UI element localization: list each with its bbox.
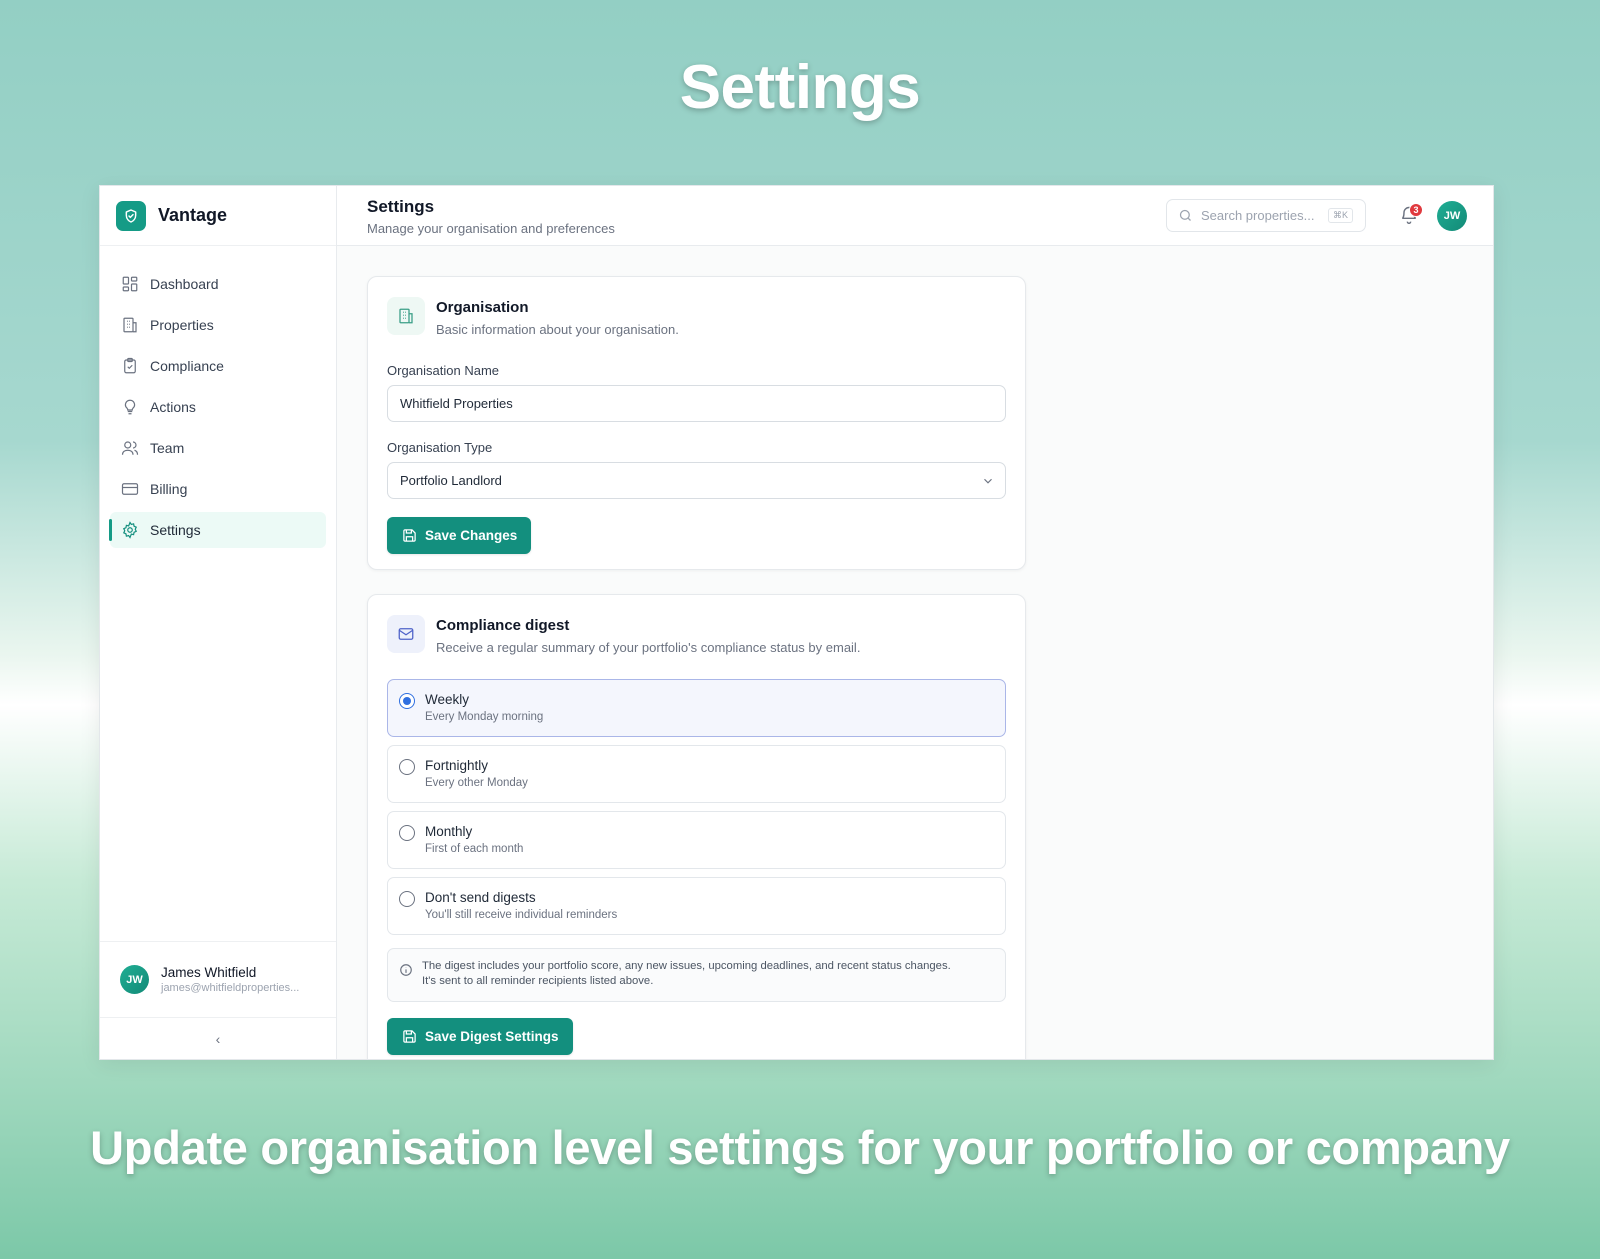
save-icon <box>402 1029 417 1044</box>
digest-option-weekly[interactable]: Weekly Every Monday morning <box>387 679 1006 737</box>
organisation-card: Organisation Basic information about you… <box>367 276 1026 570</box>
organisation-type-select[interactable]: Portfolio Landlord <box>387 462 1006 499</box>
card-title: Compliance digest <box>436 617 570 634</box>
info-text-line: It's sent to all reminder recipients lis… <box>422 975 654 987</box>
gear-icon <box>120 520 140 540</box>
save-digest-settings-button[interactable]: Save Digest Settings <box>387 1018 573 1055</box>
sidebar-item-properties[interactable]: Properties <box>110 307 326 343</box>
digest-option-monthly[interactable]: Monthly First of each month <box>387 811 1006 869</box>
card-description: Basic information about your organisatio… <box>436 322 679 337</box>
radio-unselected[interactable] <box>399 759 415 775</box>
chevron-left-icon: ‹ <box>215 1030 221 1047</box>
sidebar-item-label: Team <box>150 440 185 456</box>
page-title: Settings <box>367 197 435 216</box>
organisation-name-label: Organisation Name <box>387 363 499 378</box>
radio-unselected[interactable] <box>399 891 415 907</box>
option-label: Fortnightly <box>425 758 489 773</box>
user-email: james@whitfieldproperties... <box>161 982 300 994</box>
info-icon <box>399 963 413 982</box>
organisation-name-value: Whitfield Properties <box>400 396 513 411</box>
compliance-digest-card: Compliance digest Receive a regular summ… <box>367 594 1026 1059</box>
app-window: Vantage Dashboard Properties Compliance <box>99 185 1494 1060</box>
option-label: Monthly <box>425 824 473 839</box>
top-bar: Settings Manage your organisation and pr… <box>337 186 1493 246</box>
sidebar-item-team[interactable]: Team <box>110 430 326 466</box>
sidebar-item-dashboard[interactable]: Dashboard <box>110 266 326 302</box>
save-icon <box>402 528 417 543</box>
sidebar-item-label: Settings <box>150 522 201 538</box>
building-icon <box>120 315 140 335</box>
sidebar: Vantage Dashboard Properties Compliance <box>100 186 337 1059</box>
radio-selected[interactable] <box>399 693 415 709</box>
collapse-sidebar-button[interactable]: ‹ <box>100 1017 336 1059</box>
option-sublabel: Every Monday morning <box>425 711 544 723</box>
users-icon <box>120 438 140 458</box>
grid-icon <box>120 274 140 294</box>
mail-icon <box>387 615 425 653</box>
sidebar-item-label: Properties <box>150 317 214 333</box>
user-profile[interactable]: JW James Whitfield james@whitfieldproper… <box>100 941 336 1017</box>
save-changes-label: Save Changes <box>425 528 518 543</box>
sidebar-item-settings[interactable]: Settings <box>109 512 326 548</box>
shield-logo-icon <box>116 200 146 231</box>
sidebar-item-billing[interactable]: Billing <box>110 471 326 507</box>
search-icon <box>1178 208 1193 223</box>
sidebar-item-actions[interactable]: Actions <box>110 389 326 425</box>
user-name: James Whitfield <box>161 965 257 980</box>
card-description: Receive a regular summary of your portfo… <box>436 640 861 655</box>
save-changes-button[interactable]: Save Changes <box>387 517 532 554</box>
radio-unselected[interactable] <box>399 825 415 841</box>
sidebar-item-label: Compliance <box>150 358 224 374</box>
clipboard-check-icon <box>120 356 140 376</box>
building-icon <box>387 297 425 335</box>
brand-name: Vantage <box>158 205 228 225</box>
chevron-down-icon <box>981 474 995 491</box>
search-input[interactable]: Search properties... ⌘K <box>1166 199 1366 232</box>
sidebar-item-compliance[interactable]: Compliance <box>110 348 326 384</box>
info-text-line: The digest includes your portfolio score… <box>422 960 951 972</box>
hero-title: Settings <box>679 53 921 122</box>
option-sublabel: You'll still receive individual reminder… <box>425 909 618 921</box>
organisation-name-input[interactable]: Whitfield Properties <box>387 385 1006 422</box>
page-subtitle: Manage your organisation and preferences <box>367 221 615 236</box>
lightbulb-icon <box>120 397 140 417</box>
brand[interactable]: Vantage <box>100 186 336 246</box>
digest-option-none[interactable]: Don't send digests You'll still receive … <box>387 877 1006 935</box>
option-sublabel: Every other Monday <box>425 777 528 789</box>
option-label: Weekly <box>425 692 470 707</box>
avatar[interactable]: JW <box>1437 201 1467 231</box>
option-sublabel: First of each month <box>425 843 524 855</box>
sidebar-item-label: Billing <box>150 481 188 497</box>
organisation-type-label: Organisation Type <box>387 440 493 455</box>
avatar: JW <box>120 965 149 994</box>
save-digest-settings-label: Save Digest Settings <box>425 1029 559 1044</box>
sidebar-item-label: Actions <box>150 399 196 415</box>
notification-badge: 3 <box>1409 203 1423 217</box>
sidebar-item-label: Dashboard <box>150 276 219 292</box>
card-title: Organisation <box>436 299 529 316</box>
hero-caption: Update organisation level settings for y… <box>90 1121 1510 1174</box>
credit-card-icon <box>120 479 140 499</box>
sidebar-nav: Dashboard Properties Compliance Actions <box>100 246 336 548</box>
search-placeholder: Search properties... <box>1201 208 1315 223</box>
digest-option-fortnightly[interactable]: Fortnightly Every other Monday <box>387 745 1006 803</box>
option-label: Don't send digests <box>425 890 536 905</box>
digest-info-box: The digest includes your portfolio score… <box>387 948 1006 1002</box>
organisation-type-value: Portfolio Landlord <box>400 473 502 488</box>
search-shortcut: ⌘K <box>1327 208 1353 223</box>
